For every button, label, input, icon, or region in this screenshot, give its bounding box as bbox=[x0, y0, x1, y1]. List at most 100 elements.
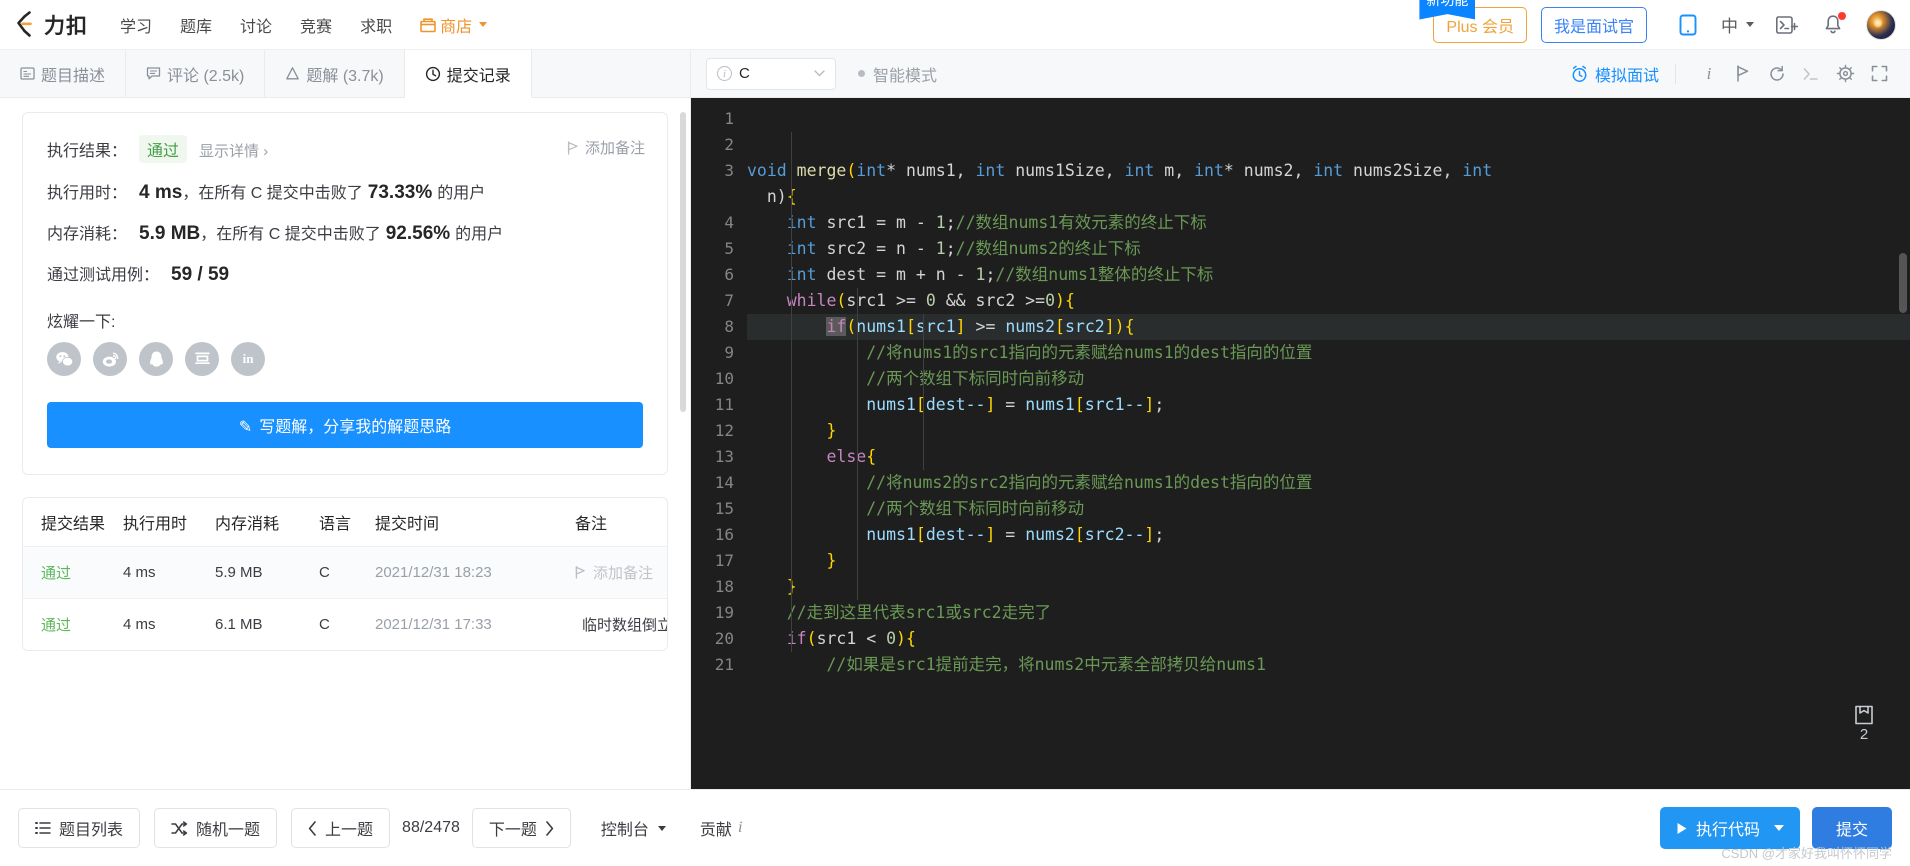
row-note-cell[interactable]: 添加备注 bbox=[575, 562, 667, 583]
code-line[interactable]: nums1[dest--] = nums2[src2--]; bbox=[747, 522, 1910, 548]
header-runtime: 执行用时 bbox=[123, 516, 188, 533]
next-problem-button[interactable]: 下一题 bbox=[471, 808, 571, 848]
primary-nav-links: 学习 题库 讨论 竞赛 求职 商店 bbox=[106, 13, 501, 37]
console-label: 控制台 bbox=[600, 822, 649, 839]
nav-link-jobs[interactable]: 求职 bbox=[346, 13, 406, 37]
code-line[interactable]: //两个数组下标同时向前移动 bbox=[747, 366, 1910, 392]
code-line[interactable] bbox=[747, 106, 1910, 132]
code-line[interactable]: //如果是src1提前走完，将nums2中元素全部拷贝给nums1 bbox=[747, 652, 1910, 678]
line-number bbox=[691, 184, 747, 210]
qq-icon[interactable] bbox=[139, 342, 173, 376]
code-line[interactable]: if(src1 < 0){ bbox=[747, 626, 1910, 652]
douban-icon[interactable] bbox=[185, 342, 219, 376]
mobile-app-icon[interactable] bbox=[1673, 10, 1703, 40]
nav-link-contest[interactable]: 竞赛 bbox=[286, 13, 346, 37]
notifications-bell-icon[interactable] bbox=[1818, 10, 1848, 40]
settings-icon[interactable] bbox=[1828, 57, 1862, 91]
tab-description[interactable]: 题目描述 bbox=[0, 50, 127, 97]
code-token: { bbox=[866, 447, 877, 466]
code-token: } bbox=[826, 421, 837, 440]
code-token: nums2Size, bbox=[1343, 161, 1463, 180]
line-number: 12 bbox=[714, 421, 734, 440]
smart-mode-toggle[interactable]: 智能模式 bbox=[858, 62, 937, 86]
code-token: ] bbox=[985, 525, 996, 544]
code-line[interactable]: } bbox=[747, 418, 1910, 444]
saved-versions-count: 2 bbox=[1859, 726, 1869, 744]
editor-code-area[interactable]: void merge(int* nums1, int nums1Size, in… bbox=[747, 98, 1910, 789]
show-details-link[interactable]: 显示详情 › bbox=[199, 140, 268, 161]
code-line[interactable]: //将nums2的src2指向的元素赋给nums1的dest指向的位置 bbox=[747, 470, 1910, 496]
code-line[interactable]: } bbox=[747, 574, 1910, 600]
fullscreen-icon[interactable] bbox=[1862, 57, 1896, 91]
line-number: 6 bbox=[724, 265, 734, 284]
write-solution-button[interactable]: ✎ 写题解，分享我的解题思路 bbox=[47, 402, 643, 448]
code-line[interactable]: else{ bbox=[747, 444, 1910, 470]
table-row[interactable]: 通过 4 ms 5.9 MB C 2021/12/31 18:23 添加备注 bbox=[23, 546, 667, 598]
code-token: ( bbox=[846, 161, 857, 180]
code-line[interactable]: //两个数组下标同时向前移动 bbox=[747, 496, 1910, 522]
row-status[interactable]: 通过 bbox=[23, 614, 123, 635]
row-runtime: 4 ms bbox=[123, 616, 156, 633]
row-note-cell[interactable]: 临时数组倒立刖 bbox=[575, 614, 667, 635]
user-avatar[interactable] bbox=[1866, 9, 1896, 40]
saved-versions-badge[interactable]: 2 bbox=[1842, 704, 1886, 745]
tab-submissions[interactable]: 提交记录 bbox=[404, 50, 532, 98]
nav-link-problems[interactable]: 题库 bbox=[166, 13, 226, 37]
row-note-text: 临时数组倒立刖 bbox=[582, 617, 667, 634]
code-line[interactable] bbox=[747, 132, 1910, 158]
mock-interview-button[interactable]: 模拟面试 bbox=[1571, 62, 1659, 86]
reset-icon[interactable] bbox=[1760, 57, 1794, 91]
row-status[interactable]: 通过 bbox=[23, 562, 123, 583]
line-number: 9 bbox=[724, 343, 734, 362]
contribute-button[interactable]: 贡献 i bbox=[700, 816, 742, 840]
code-line[interactable]: n){ bbox=[747, 184, 1910, 210]
add-note-top-button[interactable]: 添加备注 bbox=[567, 137, 645, 158]
random-problem-button[interactable]: 随机一题 bbox=[154, 808, 278, 848]
console-icon[interactable] bbox=[1794, 57, 1828, 91]
console-toggle-button[interactable]: 控制台 bbox=[601, 816, 666, 840]
info-icon[interactable]: i bbox=[1692, 57, 1726, 91]
editor-vertical-scrollbar[interactable] bbox=[1899, 253, 1907, 313]
nav-link-study[interactable]: 学习 bbox=[106, 13, 166, 37]
playground-icon[interactable] bbox=[1772, 10, 1802, 40]
tab-comments[interactable]: 评论 (2.5k) bbox=[126, 50, 266, 97]
left-panel-scrollbar[interactable] bbox=[680, 112, 686, 412]
prev-problem-button[interactable]: 上一题 bbox=[291, 808, 391, 848]
language-select[interactable]: i C bbox=[706, 57, 836, 90]
code-token: if bbox=[786, 629, 807, 648]
weibo-icon[interactable] bbox=[93, 342, 127, 376]
code-token: merge bbox=[796, 161, 847, 180]
code-token: [ bbox=[905, 317, 916, 336]
tab-submissions-label: 提交记录 bbox=[446, 67, 511, 85]
table-row[interactable]: 通过 4 ms 6.1 MB C 2021/12/31 17:33 临时数组倒立… bbox=[23, 598, 667, 650]
flag-icon[interactable] bbox=[1726, 57, 1760, 91]
code-line[interactable]: nums1[dest--] = nums1[src1--]; bbox=[747, 392, 1910, 418]
info-icon: i bbox=[717, 66, 732, 81]
wechat-icon[interactable] bbox=[47, 342, 81, 376]
code-editor[interactable]: 1 2 3 4 5 6 7 8 9 10 11 12 13 14 15 16 17 18 19 20 21 void m… bbox=[691, 98, 1910, 789]
code-line[interactable]: while(src1 >= 0 && src2 >=0){ bbox=[747, 288, 1910, 314]
code-line[interactable]: if(nums1[src1] >= nums2[src2]){ bbox=[747, 314, 1910, 340]
code-token: else bbox=[826, 447, 867, 466]
code-line[interactable]: int dest = m + n - 1;//数组nums1整体的终止下标 bbox=[747, 262, 1910, 288]
code-line[interactable]: //走到这里代表src1或src2走完了 bbox=[747, 600, 1910, 626]
i-am-interviewer-button[interactable]: 我是面试官 bbox=[1540, 6, 1647, 43]
chevron-down-icon bbox=[814, 70, 825, 77]
linkedin-icon[interactable]: in bbox=[231, 342, 265, 376]
leetcode-logo[interactable]: 力扣 bbox=[14, 10, 88, 40]
language-switcher[interactable]: 中 bbox=[1721, 12, 1754, 37]
code-token: } bbox=[826, 551, 837, 570]
code-line[interactable]: void merge(int* nums1, int nums1Size, in… bbox=[747, 158, 1910, 184]
tab-solutions[interactable]: 题解 (3.7k) bbox=[265, 50, 405, 97]
nav-link-shop[interactable]: 商店 bbox=[406, 13, 501, 37]
code-line[interactable]: } bbox=[747, 548, 1910, 574]
code-line[interactable]: //将nums1的src1指向的元素赋给nums1的dest指向的位置 bbox=[747, 340, 1910, 366]
problem-list-button[interactable]: 题目列表 bbox=[18, 808, 141, 848]
nav-link-discuss[interactable]: 讨论 bbox=[226, 13, 286, 37]
code-line[interactable]: int src2 = n - 1;//数组nums2的终止下标 bbox=[747, 236, 1910, 262]
tab-description-label: 题目描述 bbox=[41, 67, 106, 85]
code-line[interactable]: int src1 = m - 1;//数组nums1有效元素的终止下标 bbox=[747, 210, 1910, 236]
